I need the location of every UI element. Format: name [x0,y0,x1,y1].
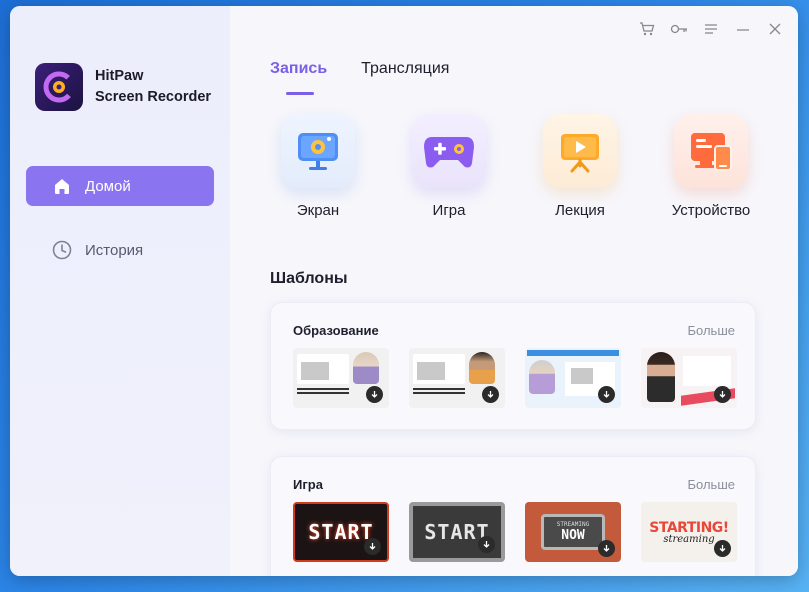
sidebar: HitPaw Screen Recorder Домой История [10,6,230,576]
template-thumbnail[interactable]: START [409,502,505,562]
brand-name-line2: Screen Recorder [95,89,212,105]
card-title: Игра [293,477,323,492]
cart-icon[interactable] [638,20,656,38]
template-thumbnail[interactable] [641,348,737,408]
more-link[interactable]: Больше [688,323,736,338]
mode-game[interactable]: Игра [401,114,497,219]
sidebar-item-label: История [85,241,144,259]
brand: HitPaw Screen Recorder [35,63,211,111]
brand-name-line1: HitPaw [95,68,144,84]
sidebar-item-home[interactable]: Домой [26,166,214,206]
clock-icon [51,239,73,261]
template-thumbnail[interactable] [293,348,389,408]
sidebar-item-history[interactable]: История [26,230,214,270]
mode-label: Лекция [555,202,605,219]
presentation-icon [543,114,617,188]
tab-stream[interactable]: Трансляция [361,60,449,88]
mode-device[interactable]: Устройство [663,114,759,219]
more-link[interactable]: Больше [688,477,736,492]
templates-card-game: Игра Больше START START STREAMING NOW ST… [270,456,756,576]
monitor-icon [281,114,355,188]
download-icon[interactable] [714,386,731,403]
record-tabs: Запись Трансляция [270,60,449,95]
download-icon[interactable] [714,540,731,557]
template-thumbnails: START START STREAMING NOW STARTING! stre… [271,492,755,562]
templates-card-education: Образование Больше [270,302,756,430]
brand-name: HitPaw Screen Recorder [95,66,211,108]
device-icon [674,114,748,188]
titlebar-controls [638,20,784,38]
thumb-start-text: START [308,520,374,544]
template-thumbnail[interactable] [409,348,505,408]
main-panel: Запись Трансляция Экран Игра Лекция Устр… [230,6,798,576]
thumb-streaming-text: STREAMING [556,521,590,528]
menu-icon[interactable] [702,20,720,38]
mode-label: Экран [296,202,340,219]
card-title: Образование [293,323,379,338]
mode-label: Устройство [671,202,751,219]
sidebar-item-label: Домой [85,177,131,195]
key-icon[interactable] [670,20,688,38]
template-thumbnails [271,338,755,408]
templates-title: Шаблоны [270,270,348,287]
download-icon[interactable] [482,386,499,403]
thumb-streaming-script-text: streaming [663,533,715,545]
template-thumbnail[interactable]: START [293,502,389,562]
mode-lecture[interactable]: Лекция [532,114,628,219]
download-icon[interactable] [364,538,381,555]
record-modes: Экран Игра Лекция Устройство [270,114,759,219]
mode-screen[interactable]: Экран [270,114,366,219]
home-icon [51,175,73,197]
minimize-icon[interactable] [734,20,752,38]
download-icon[interactable] [598,386,615,403]
app-window: HitPaw Screen Recorder Домой История Зап… [10,6,798,576]
template-thumbnail[interactable] [525,348,621,408]
tab-record[interactable]: Запись [270,60,327,95]
download-icon[interactable] [598,540,615,557]
template-thumbnail[interactable]: STREAMING NOW [525,502,621,562]
app-logo-icon [35,63,83,111]
download-icon[interactable] [478,536,495,553]
gamepad-icon [412,114,486,188]
mode-label: Игра [432,202,466,219]
download-icon[interactable] [366,386,383,403]
thumb-now-text: NOW [561,528,585,543]
close-icon[interactable] [766,20,784,38]
template-thumbnail[interactable]: STARTING! streaming [641,502,737,562]
